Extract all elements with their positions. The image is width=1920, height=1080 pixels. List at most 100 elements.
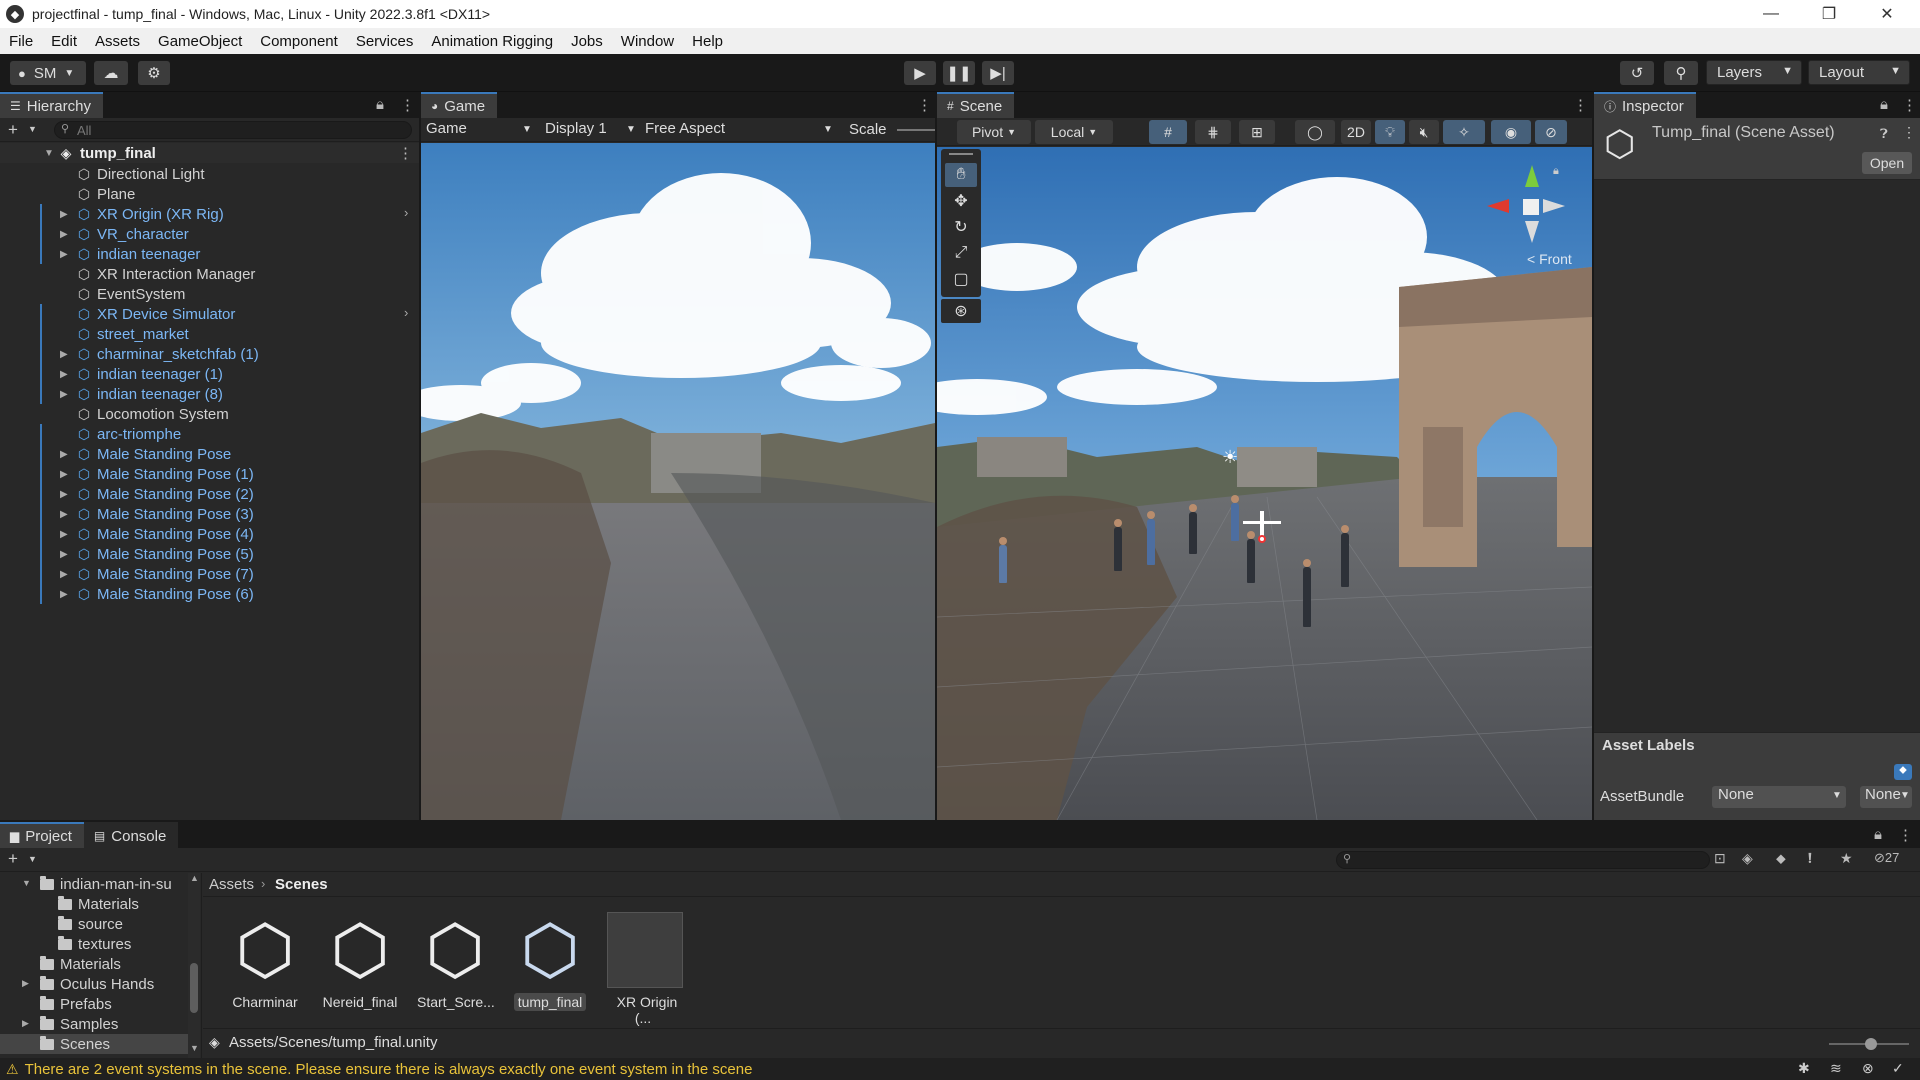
step-button[interactable]: ▶| bbox=[982, 61, 1014, 85]
neg-y-axis-cone[interactable] bbox=[1525, 221, 1539, 243]
cloud-button[interactable]: ☁ bbox=[94, 61, 128, 85]
icon-size-slider[interactable] bbox=[1829, 1038, 1909, 1050]
folder-tree-item[interactable]: Materials bbox=[0, 894, 188, 914]
scene-root-row[interactable]: ▼ ◈ tump_final ⋮ bbox=[0, 143, 419, 163]
tab-console[interactable]: ▤ Console bbox=[83, 822, 179, 848]
scrollbar-thumb[interactable] bbox=[190, 963, 198, 1013]
folder-tree-item[interactable]: ▼ indian-man-in-su bbox=[0, 874, 188, 894]
hierarchy-item[interactable]: ▶ ⬡ Male Standing Pose (2) bbox=[0, 484, 419, 504]
expand-arrow-icon[interactable]: ▶ bbox=[60, 509, 68, 520]
menu-component[interactable]: Component bbox=[251, 33, 347, 50]
person-figure[interactable] bbox=[999, 537, 1007, 583]
move-tool-button[interactable]: ✥ bbox=[945, 189, 977, 213]
pivot-dropdown[interactable]: Pivot ▼ bbox=[957, 120, 1031, 144]
hierarchy-item[interactable]: ⬡ Locomotion System bbox=[0, 404, 419, 424]
hierarchy-item[interactable]: ▶ ⬡ Male Standing Pose bbox=[0, 444, 419, 464]
folder-tree-item[interactable]: textures bbox=[0, 934, 188, 954]
person-figure[interactable] bbox=[1231, 495, 1239, 541]
hierarchy-item[interactable]: ▶ ⬡ charminar_sketchfab (1) bbox=[0, 344, 419, 364]
rect-tool-button[interactable]: ▢ bbox=[945, 267, 977, 291]
lighting-toggle[interactable]: 💡︎ bbox=[1375, 120, 1405, 144]
person-figure[interactable] bbox=[1114, 519, 1122, 571]
account-dropdown[interactable]: ● SM ▼ bbox=[10, 61, 86, 85]
menu-jobs[interactable]: Jobs bbox=[562, 33, 612, 50]
menu-gameobject[interactable]: GameObject bbox=[149, 33, 251, 50]
expand-arrow-icon[interactable]: ▼ bbox=[22, 878, 31, 888]
person-figure[interactable] bbox=[1189, 504, 1197, 554]
lock-icon[interactable]: 🔒︎ bbox=[1880, 96, 1888, 113]
hierarchy-search-input[interactable]: ⚲ All bbox=[54, 121, 412, 139]
tag-icon[interactable]: ⬥ bbox=[1894, 764, 1912, 780]
person-figure[interactable] bbox=[1247, 531, 1255, 583]
hierarchy-item[interactable]: ▶ ⬡ Male Standing Pose (7) bbox=[0, 564, 419, 584]
network-icon[interactable]: ⊗ bbox=[1862, 1060, 1874, 1077]
folder-tree-item[interactable]: source bbox=[0, 914, 188, 934]
effects-dropdown[interactable]: ✧ bbox=[1443, 120, 1485, 144]
hierarchy-item[interactable]: ▶ ⬡ indian teenager (8) bbox=[0, 384, 419, 404]
hierarchy-item[interactable]: ⬡ Directional Light bbox=[0, 164, 419, 184]
scroll-up-icon[interactable]: ▲ bbox=[190, 873, 199, 883]
variant-dropdown[interactable]: None ▼ bbox=[1860, 786, 1912, 808]
minimize-button[interactable]: — bbox=[1748, 0, 1794, 28]
scroll-down-icon[interactable]: ▼ bbox=[190, 1043, 199, 1053]
hierarchy-item[interactable]: ▶ ⬡ XR Origin (XR Rig) › bbox=[0, 204, 419, 224]
expand-arrow-icon[interactable]: ▶ bbox=[60, 469, 68, 480]
folder-tree-item[interactable]: Materials bbox=[0, 954, 188, 974]
asset-item[interactable]: ⬡ tump_final bbox=[508, 912, 592, 1011]
expand-arrow-icon[interactable]: ▼ bbox=[44, 148, 54, 159]
collab-button[interactable]: ⚙ bbox=[138, 61, 170, 85]
more-options-icon[interactable]: ⋮ bbox=[1902, 124, 1916, 141]
hierarchy-item[interactable]: ⬡ street_market bbox=[0, 324, 419, 344]
play-button[interactable]: ▶ bbox=[904, 61, 936, 85]
expand-arrow-icon[interactable]: ▶ bbox=[60, 229, 68, 240]
orientation-gizmo[interactable]: < Front bbox=[1487, 165, 1587, 267]
person-figure[interactable] bbox=[1341, 525, 1349, 587]
xr-rig-gizmo[interactable] bbox=[1243, 511, 1281, 543]
expand-arrow-icon[interactable]: ▶ bbox=[60, 489, 68, 500]
asset-item[interactable]: XR Origin (... bbox=[603, 912, 687, 1026]
hierarchy-item[interactable]: ⬡ XR Interaction Manager bbox=[0, 264, 419, 284]
assetbundle-dropdown[interactable]: None ▼ bbox=[1712, 786, 1846, 808]
more-options-icon[interactable]: ⋮ bbox=[1573, 96, 1588, 114]
center-cube[interactable] bbox=[1523, 199, 1539, 215]
debug-icon[interactable]: ✱ bbox=[1798, 1060, 1810, 1077]
chevron-down-icon[interactable]: ▼ bbox=[28, 854, 37, 864]
tree-scrollbar[interactable]: ▲ ▼ bbox=[188, 873, 200, 1058]
hierarchy-item[interactable]: ▶ ⬡ indian teenager bbox=[0, 244, 419, 264]
help-icon[interactable]: ❓︎ bbox=[1880, 126, 1888, 142]
local-dropdown[interactable]: Local ▼ bbox=[1035, 120, 1113, 144]
hierarchy-item[interactable]: ▶ ⬡ Male Standing Pose (4) bbox=[0, 524, 419, 544]
expand-arrow-icon[interactable]: ▶ bbox=[60, 209, 68, 220]
hierarchy-item[interactable]: ▶ ⬡ Male Standing Pose (5) bbox=[0, 544, 419, 564]
slider-thumb[interactable] bbox=[1865, 1038, 1877, 1050]
menu-assets[interactable]: Assets bbox=[86, 33, 149, 50]
audio-toggle[interactable]: 🔇︎ bbox=[1409, 120, 1439, 144]
expand-arrow-icon[interactable]: ▶ bbox=[60, 449, 68, 460]
expand-arrow-icon[interactable]: ▶ bbox=[60, 549, 68, 560]
restore-button[interactable]: ❐ bbox=[1806, 0, 1852, 28]
status-bar[interactable]: ⚠ There are 2 event systems in the scene… bbox=[0, 1058, 1920, 1080]
scene-viewport[interactable]: ☀ ✋︎ ✥ ↻ ⤢ ▢ ⊛ < Front 🔒︎ bbox=[937, 147, 1592, 820]
asset-item[interactable]: ⬡ Nereid_final bbox=[318, 912, 402, 1011]
person-figure[interactable] bbox=[1303, 559, 1311, 627]
more-options-icon[interactable]: ⋮ bbox=[1902, 96, 1917, 114]
display-dropdown[interactable]: Display 1 ▼ bbox=[545, 120, 641, 140]
hierarchy-item[interactable]: ▶ ⬡ VR_character bbox=[0, 224, 419, 244]
tab-hierarchy[interactable]: ☰ Hierarchy bbox=[0, 92, 103, 118]
light-gizmo-icon[interactable]: ☀ bbox=[1222, 447, 1238, 468]
more-options-icon[interactable]: ⋮ bbox=[398, 144, 413, 162]
menu-animation-rigging[interactable]: Animation Rigging bbox=[422, 33, 562, 50]
search-button[interactable]: ⚲ bbox=[1664, 61, 1698, 85]
layout-dropdown[interactable]: Layout ▼ bbox=[1808, 60, 1910, 85]
more-options-icon[interactable]: ⋮ bbox=[400, 96, 415, 114]
more-options-icon[interactable]: ⋮ bbox=[917, 96, 932, 114]
expand-arrow-icon[interactable]: ▶ bbox=[60, 569, 68, 580]
hierarchy-item[interactable]: ⬡ XR Device Simulator › bbox=[0, 304, 419, 324]
hierarchy-item[interactable]: ▶ ⬡ Male Standing Pose (6) bbox=[0, 584, 419, 604]
open-button[interactable]: Open bbox=[1862, 152, 1912, 174]
menu-file[interactable]: File bbox=[0, 33, 42, 50]
progress-icon[interactable]: ≋ bbox=[1830, 1060, 1842, 1077]
add-icon[interactable]: + bbox=[8, 849, 18, 869]
hierarchy-item[interactable]: ⬡ Plane bbox=[0, 184, 419, 204]
snap-toggle[interactable]: ⋕ bbox=[1195, 120, 1231, 144]
